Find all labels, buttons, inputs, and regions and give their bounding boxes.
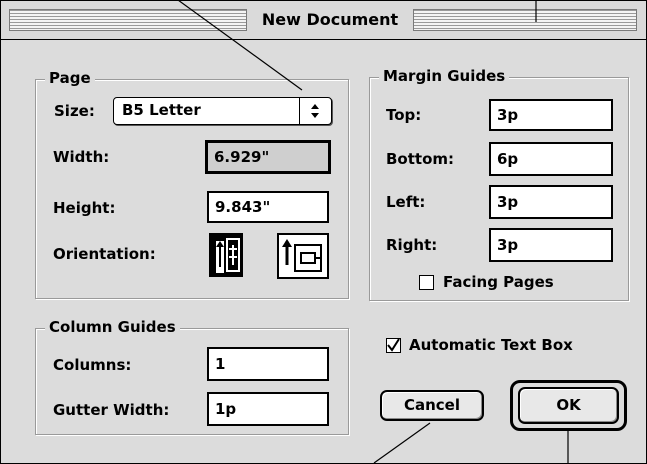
portrait-orientation-icon[interactable] [209,233,243,277]
automatic-text-box-label[interactable]: Automatic Text Box [409,335,573,355]
new-document-dialog: New Document Page Size: B5 Letter Width:… [0,0,647,464]
page-group-title: Page [45,69,95,87]
width-label: Width: [53,148,110,166]
title-bar[interactable]: New Document [1,1,646,40]
ok-button[interactable]: OK [518,387,619,424]
margin-left-field[interactable]: 3p [489,185,613,219]
margin-right-label: Right: [386,236,438,254]
margin-right-field[interactable]: 3p [489,228,613,262]
margin-bottom-label: Bottom: [386,150,455,168]
margin-top-label: Top: [386,106,422,124]
gutter-width-field[interactable]: 1p [207,392,329,426]
size-popup-value: B5 Letter [122,101,201,119]
height-field[interactable]: 9.843" [207,191,329,223]
columns-field[interactable]: 1 [207,347,329,381]
width-field[interactable]: 6.929" [205,140,331,174]
orientation-label: Orientation: [53,245,156,263]
popup-arrows-icon [299,98,330,124]
columns-label: Columns: [53,356,132,374]
facing-pages-checkbox[interactable] [419,275,434,290]
automatic-text-box-checkbox[interactable] [386,338,401,353]
margin-top-field[interactable]: 3p [489,99,613,131]
landscape-orientation-icon[interactable] [277,233,329,279]
facing-pages-label[interactable]: Facing Pages [443,272,554,292]
height-label: Height: [53,199,116,217]
gutter-width-label: Gutter Width: [53,401,170,419]
title-bar-stripes-right [413,9,637,31]
margin-guides-title: Margin Guides [379,67,510,85]
cancel-button[interactable]: Cancel [380,390,484,421]
window-title: New Document [247,9,413,31]
checkmark-icon [387,338,400,352]
size-popup[interactable]: B5 Letter [113,97,332,125]
size-label: Size: [54,102,95,120]
column-guides-title: Column Guides [45,318,180,336]
title-bar-stripes-left [9,9,247,31]
margin-bottom-field[interactable]: 6p [489,142,613,176]
margin-left-label: Left: [386,193,426,211]
